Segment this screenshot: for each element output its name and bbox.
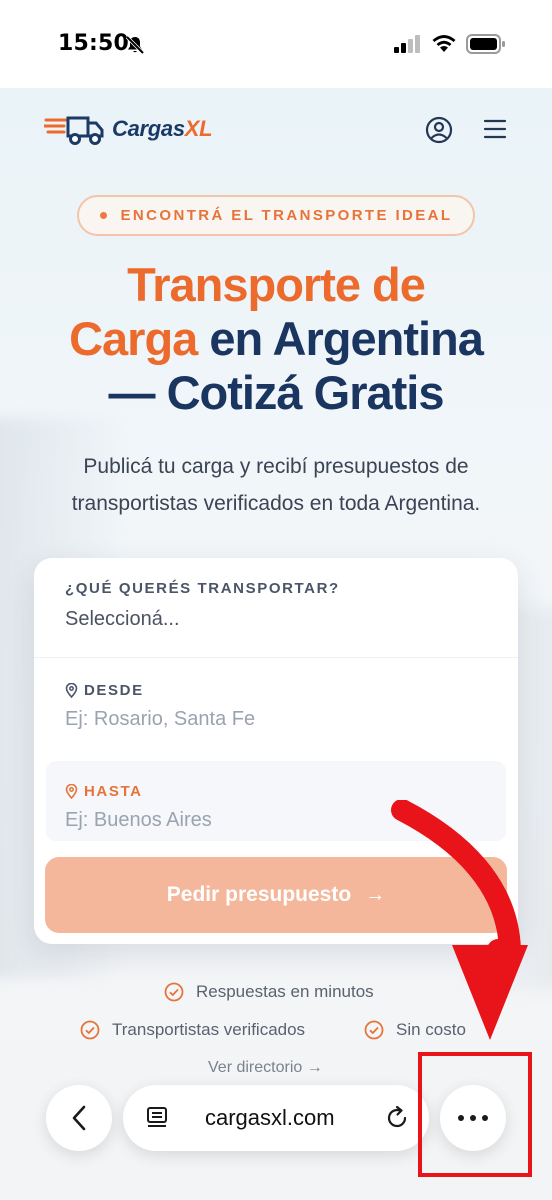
title-line3: — Cotizá Gratis (108, 366, 445, 419)
origin-label: DESDE (65, 682, 144, 699)
reload-icon[interactable] (385, 1105, 411, 1131)
benefit-text: Transportistas verificados (112, 1020, 306, 1039)
location-pin-icon (65, 784, 78, 799)
subtitle-line1: Publicá tu carga y recibí presupuestos d… (83, 455, 469, 478)
annotation-highlight-box (418, 1052, 532, 1177)
user-account-icon[interactable] (425, 116, 453, 144)
check-circle-icon (364, 1020, 384, 1040)
badge-dot (99, 212, 107, 219)
status-time: 15:50 (58, 31, 130, 56)
logo-wordmark: CargasXL (112, 116, 213, 142)
title-line1: Transporte de (127, 258, 426, 311)
cellular-signal-icon (394, 35, 420, 53)
page-menu-icon[interactable] (145, 1106, 169, 1130)
battery-icon (466, 34, 505, 54)
location-pin-icon (65, 683, 78, 698)
directory-link[interactable]: Ver directorio → (208, 1059, 323, 1077)
destination-label: HASTA (65, 783, 143, 800)
subtitle-line2: transportistas verificados en toda Argen… (71, 492, 481, 515)
origin-input[interactable]: Ej: Rosario, Santa Fe (65, 708, 255, 731)
address-bar[interactable]: cargasxl.com (123, 1085, 429, 1151)
back-button[interactable] (46, 1085, 112, 1151)
hero-tagline-badge: ENCONTRÁ EL TRANSPORTE IDEAL (77, 195, 475, 236)
logo-suffix-text: XL (184, 116, 213, 141)
badge-text: ENCONTRÁ EL TRANSPORTE IDEAL (120, 207, 453, 224)
chevron-left-icon (72, 1105, 86, 1131)
hero-subtitle: Publicá tu carga y recibí presupuestos d… (20, 448, 532, 522)
hamburger-menu-icon[interactable] (483, 118, 507, 140)
origin-field[interactable]: DESDE Ej: Rosario, Santa Fe (34, 658, 518, 758)
url-text[interactable]: cargasxl.com (205, 1105, 335, 1131)
cargasxl-logo[interactable]: CargasXL (44, 112, 213, 146)
arrow-right-icon: → (365, 883, 386, 906)
check-circle-icon (164, 982, 184, 1002)
status-bar: 15:50 (0, 0, 552, 88)
hero-title: Transporte de Carga en Argentina — Cotiz… (0, 258, 552, 420)
benefit-text: Respuestas en minutos (196, 982, 374, 1001)
destination-label-text: HASTA (84, 783, 143, 800)
bell-off-icon (125, 35, 145, 55)
cargo-type-label: ¿QUÉ QUERÉS TRANSPORTAR? (65, 580, 340, 597)
benefit-verified-carriers: Transportistas verificados (80, 1020, 305, 1040)
cargo-type-select[interactable]: ¿QUÉ QUERÉS TRANSPORTAR? Seleccioná... (34, 558, 518, 658)
check-circle-icon (80, 1020, 100, 1040)
annotation-arrow-icon (391, 800, 528, 1040)
site-header: CargasXL (0, 88, 552, 178)
logo-brand-text: Cargas (112, 116, 185, 141)
origin-label-text: DESDE (84, 682, 144, 699)
title-line2-dark: en Argentina (209, 312, 484, 365)
benefit-fast-responses: Respuestas en minutos (164, 982, 374, 1002)
request-quote-label: Pedir presupuesto (166, 883, 352, 906)
title-line2-orange: Carga (69, 312, 198, 365)
cargo-type-value[interactable]: Seleccioná... (65, 608, 180, 631)
wifi-icon (432, 35, 456, 52)
truck-logo-icon (44, 116, 104, 145)
destination-input[interactable]: Ej: Buenos Aires (65, 809, 212, 832)
